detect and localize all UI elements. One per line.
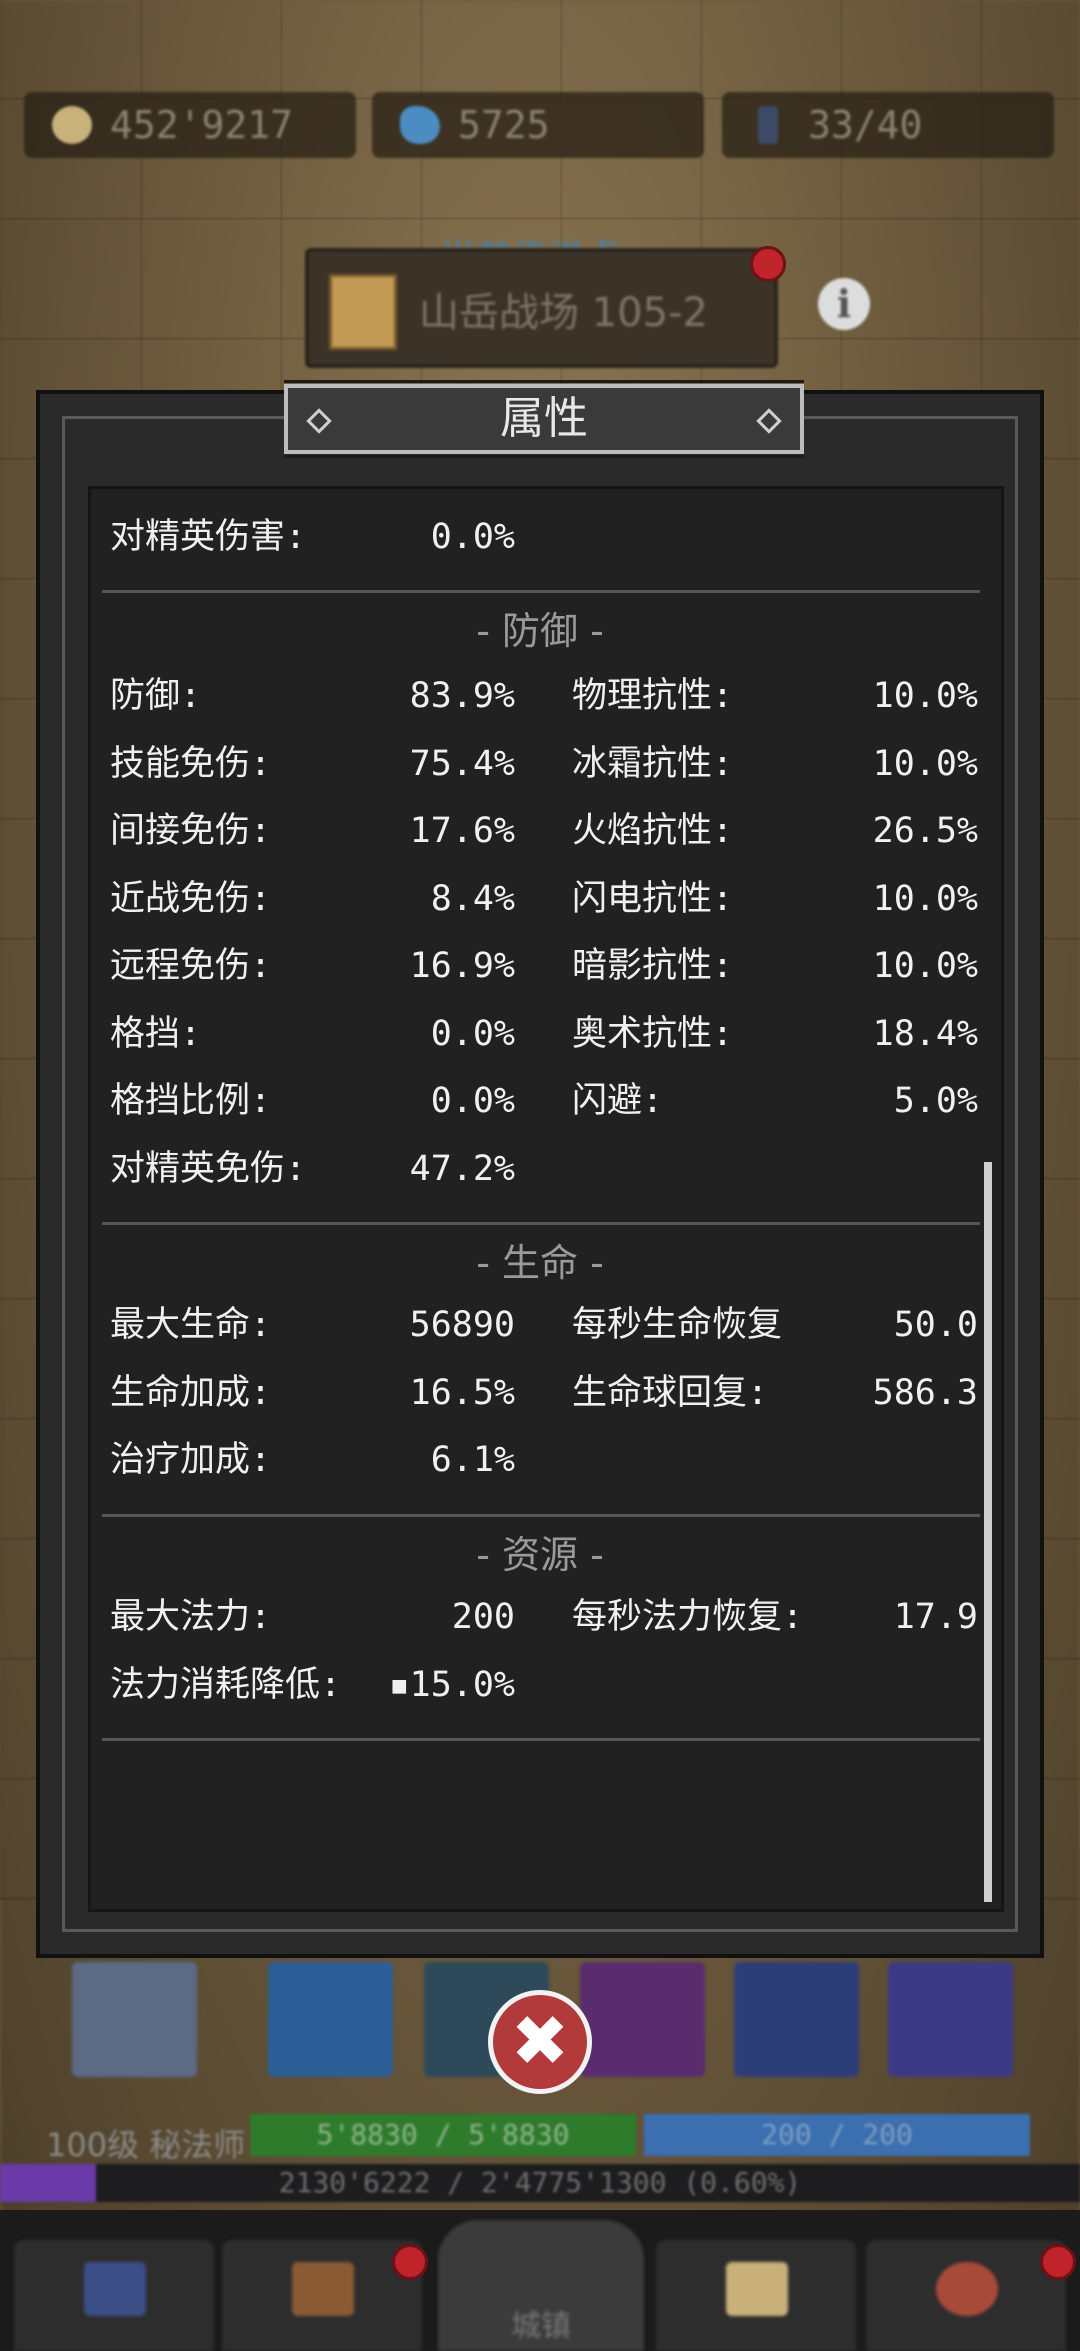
- nav-codex[interactable]: [656, 2240, 856, 2351]
- xp-bar: 2130'6222 / 2'4775'1300 (0.60%): [0, 2164, 1080, 2202]
- stat-value: 16.5%: [409, 1372, 515, 1413]
- section-title-defense: - 防御 -: [476, 609, 604, 653]
- nav-shop[interactable]: [866, 2240, 1066, 2351]
- divider: [102, 1222, 980, 1225]
- shop-icon: [936, 2262, 998, 2316]
- player-level-class: 100级 秘法师: [46, 2126, 246, 2164]
- section-title-resource: - 资源 -: [476, 1533, 604, 1577]
- stat-value: 200: [451, 1597, 515, 1637]
- stat-label: 治疗加成:: [110, 1440, 272, 1480]
- stat-value: 83.9%: [409, 676, 515, 716]
- stat-label: 暗影抗性:: [572, 946, 734, 986]
- chest-icon: [292, 2262, 354, 2316]
- stat-label: 对精英免伤:: [110, 1148, 307, 1189]
- book-icon: [726, 2262, 788, 2316]
- character-icon: [84, 2262, 146, 2316]
- divider: [102, 1738, 980, 1741]
- stat-value: 17.6%: [409, 811, 515, 851]
- dialog-title-plate: 属性: [284, 380, 804, 458]
- stat-label: 火焰抗性:: [572, 811, 734, 851]
- stat-label: 生命球回复:: [572, 1372, 769, 1413]
- skill-slot[interactable]: [734, 1962, 859, 2077]
- hero-portrait[interactable]: [72, 1962, 197, 2077]
- stat-label: 间接免伤:: [110, 811, 272, 851]
- map-book-icon: [329, 274, 397, 350]
- stat-value: 50.0: [893, 1305, 978, 1345]
- stat-value: 17.9: [893, 1597, 978, 1637]
- stat-label: 技能免伤:: [110, 743, 272, 784]
- skill-slot[interactable]: [888, 1962, 1013, 2077]
- nav-character[interactable]: [14, 2240, 214, 2351]
- stat-value: 26.5%: [872, 811, 978, 851]
- stat-value: ▪15.0%: [388, 1664, 515, 1705]
- stat-value: 6.1%: [430, 1440, 515, 1480]
- section-title-life: - 生命 -: [476, 1241, 604, 1285]
- mp-bar: 200 / 200: [644, 2114, 1030, 2156]
- stat-label: 远程免伤:: [110, 946, 272, 986]
- stat-value: 8.4%: [430, 878, 515, 919]
- teleport-button[interactable]: 山岳战场 105-2: [305, 248, 778, 368]
- hp-bar: 5'8830 / 5'8830: [250, 2114, 636, 2156]
- stat-label: 物理抗性:: [572, 676, 734, 716]
- stat-value: 5.0%: [893, 1081, 978, 1121]
- divider: [102, 1514, 980, 1517]
- key-icon: [758, 106, 778, 144]
- stat-label: 奥术抗性:: [572, 1013, 734, 1054]
- key-value: 33/40: [808, 103, 923, 147]
- divider: [102, 590, 980, 593]
- stat-label: 近战免伤:: [110, 878, 272, 919]
- stat-label: 防御:: [110, 676, 202, 716]
- gem-counter: 5725: [372, 92, 704, 158]
- stat-value: 75.4%: [409, 743, 515, 784]
- stat-label: 闪避:: [572, 1081, 664, 1121]
- key-counter: 33/40: [722, 92, 1054, 158]
- skill-slot[interactable]: [268, 1962, 393, 2077]
- notification-dot: [1040, 2244, 1076, 2280]
- stat-label: 每秒法力恢复:: [572, 1597, 804, 1637]
- info-icon[interactable]: i: [818, 278, 870, 330]
- stat-label: 每秒生命恢复: [572, 1305, 783, 1345]
- notification-dot: [392, 2244, 428, 2280]
- xp-text: 2130'6222 / 2'4775'1300 (0.60%): [278, 2166, 802, 2199]
- gold-value: 452'9217: [110, 103, 294, 147]
- stat-value: 10.0%: [872, 676, 978, 716]
- notification-dot: [750, 246, 786, 282]
- gold-coin-icon: [52, 106, 92, 144]
- stat-value: 18.4%: [872, 1013, 978, 1054]
- stat-value: 10.0%: [872, 878, 978, 919]
- stat-value: 0.0%: [430, 1013, 515, 1054]
- nav-town[interactable]: 城镇: [438, 2220, 644, 2351]
- teleport-name: 山岳战场 105-2: [419, 290, 708, 336]
- skill-slot[interactable]: [580, 1962, 705, 2077]
- stat-label: 冰霜抗性:: [572, 743, 734, 784]
- close-icon[interactable]: ✖: [488, 1990, 592, 2094]
- nav-town-label: 城镇: [511, 2309, 571, 2344]
- stat-label: 最大生命:: [110, 1305, 272, 1345]
- stat-label: 格挡比例:: [110, 1081, 272, 1121]
- stat-value: 47.2%: [409, 1148, 515, 1189]
- stat-label: 对精英伤害:: [110, 517, 307, 557]
- stat-value: 0.0%: [430, 517, 515, 557]
- stat-value: 0.0%: [430, 1081, 515, 1121]
- gem-icon: [400, 106, 440, 144]
- stat-value: 10.0%: [872, 743, 978, 784]
- gold-counter: 452'9217: [24, 92, 356, 158]
- stat-value: 10.0%: [872, 946, 978, 986]
- stat-value: 56890: [409, 1305, 515, 1345]
- stat-value: 16.9%: [409, 946, 515, 986]
- dialog-title: 属性: [500, 393, 588, 444]
- stat-value: 586.3: [872, 1372, 978, 1413]
- stat-label: 生命加成:: [110, 1372, 272, 1413]
- stat-label: 闪电抗性:: [572, 878, 734, 919]
- stat-label: 格挡:: [110, 1013, 202, 1054]
- gem-value: 5725: [458, 103, 550, 147]
- stat-label: 法力消耗降低:: [110, 1664, 342, 1705]
- stat-label: 最大法力:: [110, 1597, 272, 1637]
